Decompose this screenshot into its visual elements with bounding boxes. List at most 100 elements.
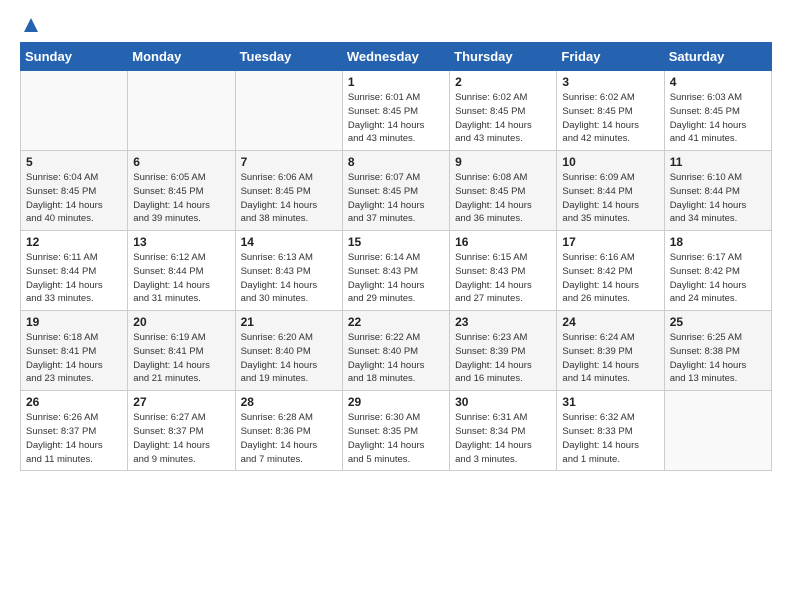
day-number: 12: [26, 235, 122, 249]
day-cell: 8 Sunrise: 6:07 AMSunset: 8:45 PMDaylight…: [342, 151, 449, 231]
day-cell: 28 Sunrise: 6:28 AMSunset: 8:36 PMDayligh…: [235, 391, 342, 471]
day-info: Sunrise: 6:01 AMSunset: 8:45 PMDaylight:…: [348, 91, 444, 146]
day-info: Sunrise: 6:30 AMSunset: 8:35 PMDaylight:…: [348, 411, 444, 466]
day-cell: 30 Sunrise: 6:31 AMSunset: 8:34 PMDayligh…: [450, 391, 557, 471]
day-number: 22: [348, 315, 444, 329]
day-number: 27: [133, 395, 229, 409]
weekday-wednesday: Wednesday: [342, 43, 449, 71]
day-info: Sunrise: 6:02 AMSunset: 8:45 PMDaylight:…: [455, 91, 551, 146]
day-number: 9: [455, 155, 551, 169]
day-number: 24: [562, 315, 658, 329]
day-cell: 9 Sunrise: 6:08 AMSunset: 8:45 PMDaylight…: [450, 151, 557, 231]
day-info: Sunrise: 6:09 AMSunset: 8:44 PMDaylight:…: [562, 171, 658, 226]
weekday-monday: Monday: [128, 43, 235, 71]
day-info: Sunrise: 6:19 AMSunset: 8:41 PMDaylight:…: [133, 331, 229, 386]
day-number: 8: [348, 155, 444, 169]
day-cell: [128, 71, 235, 151]
day-number: 11: [670, 155, 766, 169]
day-cell: 23 Sunrise: 6:23 AMSunset: 8:39 PMDayligh…: [450, 311, 557, 391]
day-number: 30: [455, 395, 551, 409]
day-number: 1: [348, 75, 444, 89]
day-info: Sunrise: 6:27 AMSunset: 8:37 PMDaylight:…: [133, 411, 229, 466]
day-cell: 2 Sunrise: 6:02 AMSunset: 8:45 PMDaylight…: [450, 71, 557, 151]
day-info: Sunrise: 6:25 AMSunset: 8:38 PMDaylight:…: [670, 331, 766, 386]
day-cell: 7Sunrise: 6:06 AMSunset: 8:45 PMDaylight…: [235, 151, 342, 231]
day-info: Sunrise: 6:08 AMSunset: 8:45 PMDaylight:…: [455, 171, 551, 226]
day-number: 17: [562, 235, 658, 249]
day-info: Sunrise: 6:24 AMSunset: 8:39 PMDaylight:…: [562, 331, 658, 386]
weekday-sunday: Sunday: [21, 43, 128, 71]
day-info: Sunrise: 6:18 AMSunset: 8:41 PMDaylight:…: [26, 331, 122, 386]
day-info: Sunrise: 6:12 AMSunset: 8:44 PMDaylight:…: [133, 251, 229, 306]
day-cell: 16 Sunrise: 6:15 AMSunset: 8:43 PMDayligh…: [450, 231, 557, 311]
day-info: Sunrise: 6:07 AMSunset: 8:45 PMDaylight:…: [348, 171, 444, 226]
day-cell: 19 Sunrise: 6:18 AMSunset: 8:41 PMDayligh…: [21, 311, 128, 391]
calendar: SundayMondayTuesdayWednesdayThursdayFrid…: [20, 42, 772, 471]
day-info: Sunrise: 6:06 AMSunset: 8:45 PMDaylight:…: [241, 171, 337, 226]
day-number: 5: [26, 155, 122, 169]
day-info: Sunrise: 6:04 AMSunset: 8:45 PMDaylight:…: [26, 171, 122, 226]
logo-icon: [22, 16, 40, 34]
page: SundayMondayTuesdayWednesdayThursdayFrid…: [0, 0, 792, 612]
day-cell: [235, 71, 342, 151]
day-number: 10: [562, 155, 658, 169]
day-cell: [664, 391, 771, 471]
week-row-4: 19 Sunrise: 6:18 AMSunset: 8:41 PMDayligh…: [21, 311, 772, 391]
day-info: Sunrise: 6:31 AMSunset: 8:34 PMDaylight:…: [455, 411, 551, 466]
logo: [20, 16, 40, 32]
day-info: Sunrise: 6:23 AMSunset: 8:39 PMDaylight:…: [455, 331, 551, 386]
day-cell: 22 Sunrise: 6:22 AMSunset: 8:40 PMDayligh…: [342, 311, 449, 391]
day-info: Sunrise: 6:03 AMSunset: 8:45 PMDaylight:…: [670, 91, 766, 146]
day-cell: 15Sunrise: 6:14 AMSunset: 8:43 PMDayligh…: [342, 231, 449, 311]
day-cell: 14 Sunrise: 6:13 AMSunset: 8:43 PMDayligh…: [235, 231, 342, 311]
day-cell: 27 Sunrise: 6:27 AMSunset: 8:37 PMDayligh…: [128, 391, 235, 471]
day-cell: 1 Sunrise: 6:01 AMSunset: 8:45 PMDaylight…: [342, 71, 449, 151]
day-cell: 26Sunrise: 6:26 AMSunset: 8:37 PMDayligh…: [21, 391, 128, 471]
day-number: 20: [133, 315, 229, 329]
day-cell: 31 Sunrise: 6:32 AMSunset: 8:33 PMDayligh…: [557, 391, 664, 471]
day-cell: 24 Sunrise: 6:24 AMSunset: 8:39 PMDayligh…: [557, 311, 664, 391]
day-info: Sunrise: 6:11 AMSunset: 8:44 PMDaylight:…: [26, 251, 122, 306]
day-number: 23: [455, 315, 551, 329]
day-cell: 6 Sunrise: 6:05 AMSunset: 8:45 PMDaylight…: [128, 151, 235, 231]
day-number: 28: [241, 395, 337, 409]
day-cell: 3 Sunrise: 6:02 AMSunset: 8:45 PMDaylight…: [557, 71, 664, 151]
week-row-5: 26Sunrise: 6:26 AMSunset: 8:37 PMDayligh…: [21, 391, 772, 471]
day-cell: 20 Sunrise: 6:19 AMSunset: 8:41 PMDayligh…: [128, 311, 235, 391]
day-cell: 18Sunrise: 6:17 AMSunset: 8:42 PMDayligh…: [664, 231, 771, 311]
day-info: Sunrise: 6:10 AMSunset: 8:44 PMDaylight:…: [670, 171, 766, 226]
week-row-2: 5 Sunrise: 6:04 AMSunset: 8:45 PMDaylight…: [21, 151, 772, 231]
day-number: 13: [133, 235, 229, 249]
day-info: Sunrise: 6:28 AMSunset: 8:36 PMDaylight:…: [241, 411, 337, 466]
day-info: Sunrise: 6:14 AMSunset: 8:43 PMDaylight:…: [348, 251, 444, 306]
week-row-1: 1 Sunrise: 6:01 AMSunset: 8:45 PMDaylight…: [21, 71, 772, 151]
day-info: Sunrise: 6:15 AMSunset: 8:43 PMDaylight:…: [455, 251, 551, 306]
day-number: 6: [133, 155, 229, 169]
day-cell: 12 Sunrise: 6:11 AMSunset: 8:44 PMDayligh…: [21, 231, 128, 311]
day-number: 31: [562, 395, 658, 409]
day-number: 3: [562, 75, 658, 89]
weekday-thursday: Thursday: [450, 43, 557, 71]
day-number: 21: [241, 315, 337, 329]
day-info: Sunrise: 6:26 AMSunset: 8:37 PMDaylight:…: [26, 411, 122, 466]
day-number: 2: [455, 75, 551, 89]
day-info: Sunrise: 6:16 AMSunset: 8:42 PMDaylight:…: [562, 251, 658, 306]
day-cell: 21Sunrise: 6:20 AMSunset: 8:40 PMDayligh…: [235, 311, 342, 391]
day-cell: 29Sunrise: 6:30 AMSunset: 8:35 PMDayligh…: [342, 391, 449, 471]
day-number: 18: [670, 235, 766, 249]
day-number: 14: [241, 235, 337, 249]
day-cell: 17 Sunrise: 6:16 AMSunset: 8:42 PMDayligh…: [557, 231, 664, 311]
day-info: Sunrise: 6:32 AMSunset: 8:33 PMDaylight:…: [562, 411, 658, 466]
day-number: 19: [26, 315, 122, 329]
day-cell: 10 Sunrise: 6:09 AMSunset: 8:44 PMDayligh…: [557, 151, 664, 231]
day-info: Sunrise: 6:05 AMSunset: 8:45 PMDaylight:…: [133, 171, 229, 226]
day-info: Sunrise: 6:22 AMSunset: 8:40 PMDaylight:…: [348, 331, 444, 386]
weekday-friday: Friday: [557, 43, 664, 71]
day-cell: 25 Sunrise: 6:25 AMSunset: 8:38 PMDayligh…: [664, 311, 771, 391]
weekday-tuesday: Tuesday: [235, 43, 342, 71]
day-number: 16: [455, 235, 551, 249]
day-info: Sunrise: 6:13 AMSunset: 8:43 PMDaylight:…: [241, 251, 337, 306]
day-info: Sunrise: 6:02 AMSunset: 8:45 PMDaylight:…: [562, 91, 658, 146]
day-cell: 4Sunrise: 6:03 AMSunset: 8:45 PMDaylight…: [664, 71, 771, 151]
day-number: 25: [670, 315, 766, 329]
